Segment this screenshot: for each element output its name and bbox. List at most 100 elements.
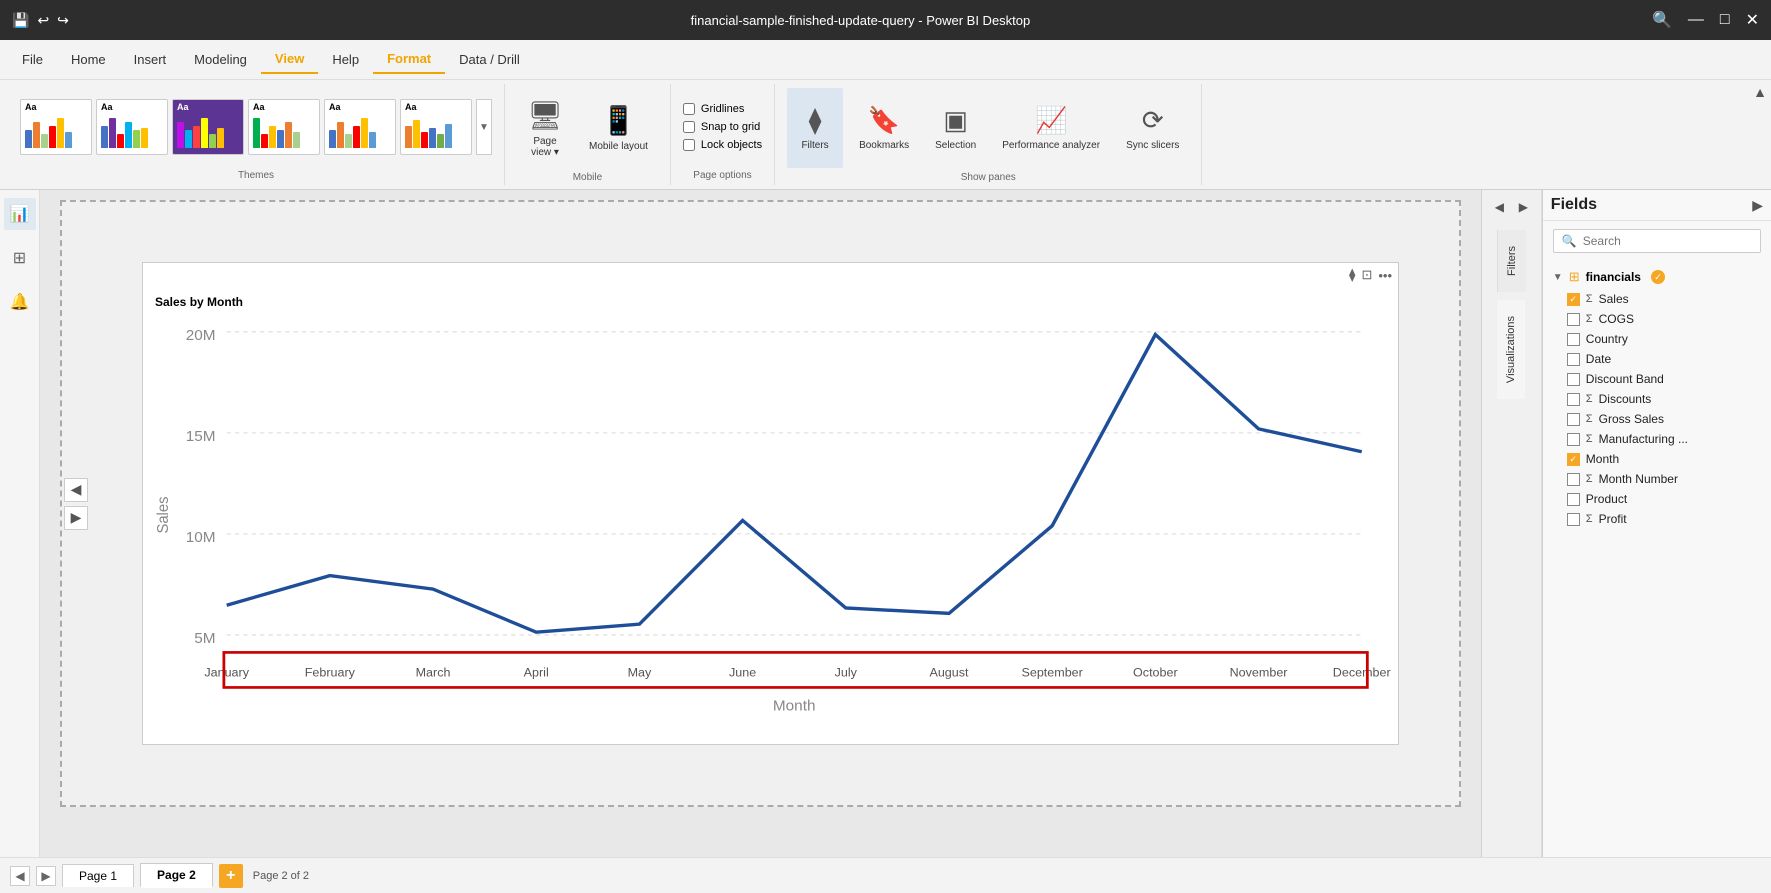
page-view-label: Pageview ▾ bbox=[531, 136, 559, 158]
field-profit[interactable]: Σ Profit bbox=[1543, 509, 1771, 529]
mobile-layout-button[interactable]: 📱 Mobile layout bbox=[579, 88, 658, 168]
menu-insert[interactable]: Insert bbox=[120, 46, 181, 73]
left-icon-model[interactable]: 🔔 bbox=[4, 286, 36, 318]
field-profit-checkbox[interactable] bbox=[1567, 513, 1580, 526]
filters-button[interactable]: ⧫ Filters bbox=[787, 88, 843, 168]
field-gross-sales[interactable]: Σ Gross Sales bbox=[1543, 409, 1771, 429]
lock-objects-input[interactable] bbox=[683, 139, 695, 151]
save-icon[interactable]: 💾 bbox=[12, 12, 29, 29]
page-prev-button[interactable]: ◀ bbox=[10, 866, 30, 886]
search-icon[interactable]: 🔍 bbox=[1652, 10, 1672, 30]
svg-text:November: November bbox=[1230, 666, 1288, 680]
field-product[interactable]: Product bbox=[1543, 489, 1771, 509]
field-discounts[interactable]: Σ Discounts bbox=[1543, 389, 1771, 409]
field-date[interactable]: Date bbox=[1543, 349, 1771, 369]
chart-filter-icon[interactable]: ⧫ bbox=[1349, 267, 1355, 283]
page-next-button[interactable]: ▶ bbox=[36, 866, 56, 886]
menu-view[interactable]: View bbox=[261, 45, 318, 74]
fields-panel-header-row: Fields ▶ bbox=[1543, 190, 1771, 221]
mobile-label: Mobile bbox=[573, 168, 602, 183]
chart-more-icon[interactable]: ••• bbox=[1378, 268, 1392, 283]
menu-help[interactable]: Help bbox=[318, 46, 373, 73]
theme-5[interactable]: Aa bbox=[324, 99, 396, 155]
themes-chevron[interactable]: ▼ bbox=[476, 99, 492, 155]
themes-row: Aa Aa bbox=[20, 88, 492, 166]
collapse-icon[interactable]: ▲ bbox=[1753, 84, 1767, 100]
field-month[interactable]: ✓ Month bbox=[1543, 449, 1771, 469]
fields-expand-icon[interactable]: ▶ bbox=[1752, 197, 1763, 214]
field-date-checkbox[interactable] bbox=[1567, 353, 1580, 366]
field-month-checkbox[interactable]: ✓ bbox=[1567, 453, 1580, 466]
sync-slicers-label: Sync slicers bbox=[1126, 140, 1179, 151]
menu-modeling[interactable]: Modeling bbox=[180, 46, 261, 73]
menu-format[interactable]: Format bbox=[373, 45, 445, 74]
field-manufacturing[interactable]: Σ Manufacturing ... bbox=[1543, 429, 1771, 449]
field-country-checkbox[interactable] bbox=[1567, 333, 1580, 346]
theme-4[interactable]: Aa bbox=[248, 99, 320, 155]
field-month-number[interactable]: Σ Month Number bbox=[1543, 469, 1771, 489]
menu-data-drill[interactable]: Data / Drill bbox=[445, 46, 534, 73]
panel-nav-right[interactable]: ▶ bbox=[1512, 196, 1534, 218]
chart-container[interactable]: ⧫ ⊡ ••• Sales by Month 20M 15M 10M 5M bbox=[142, 262, 1399, 745]
redo-icon[interactable]: ↪ bbox=[57, 12, 69, 29]
canvas-nav: ◀ ▶ bbox=[64, 478, 88, 530]
close-button[interactable]: ✕ bbox=[1746, 10, 1759, 30]
chart-expand-icon[interactable]: ⊡ bbox=[1361, 267, 1372, 283]
canvas-nav-down[interactable]: ▶ bbox=[64, 506, 88, 530]
field-month-number-name: Month Number bbox=[1599, 472, 1678, 486]
sync-slicers-button[interactable]: ⟳ Sync slicers bbox=[1116, 88, 1189, 168]
field-month-number-checkbox[interactable] bbox=[1567, 473, 1580, 486]
page-1-tab[interactable]: Page 1 bbox=[62, 864, 134, 887]
left-icon-report[interactable]: 📊 bbox=[4, 198, 36, 230]
theme-1[interactable]: Aa bbox=[20, 99, 92, 155]
field-month-name: Month bbox=[1586, 452, 1619, 466]
field-sales-checkbox[interactable]: ✓ bbox=[1567, 293, 1580, 306]
svg-text:January: January bbox=[204, 666, 249, 680]
canvas-nav-up[interactable]: ◀ bbox=[64, 478, 88, 502]
field-discount-band[interactable]: Discount Band bbox=[1543, 369, 1771, 389]
gridlines-checkbox[interactable]: Gridlines bbox=[683, 103, 762, 115]
field-cogs-checkbox[interactable] bbox=[1567, 313, 1580, 326]
field-sales[interactable]: ✓ Σ Sales bbox=[1543, 289, 1771, 309]
theme-3[interactable]: Aa bbox=[172, 99, 244, 155]
field-gross-sales-checkbox[interactable] bbox=[1567, 413, 1580, 426]
selection-icon: ▣ bbox=[943, 105, 968, 136]
filters-vertical-tab[interactable]: Filters bbox=[1497, 230, 1526, 292]
field-gross-sales-name: Gross Sales bbox=[1599, 412, 1664, 426]
left-icon-table[interactable]: ⊞ bbox=[4, 242, 36, 274]
maximize-button[interactable]: □ bbox=[1720, 11, 1730, 29]
visualizations-vertical-tab[interactable]: Visualizations bbox=[1497, 300, 1525, 399]
minimize-button[interactable]: — bbox=[1688, 11, 1704, 29]
panel-nav-sidebar: ◀ ▶ Filters Visualizations bbox=[1482, 190, 1542, 857]
svg-text:February: February bbox=[305, 666, 356, 680]
menu-home[interactable]: Home bbox=[57, 46, 120, 73]
performance-analyzer-button[interactable]: 📈 Performance analyzer bbox=[992, 88, 1110, 168]
snap-to-grid-input[interactable] bbox=[683, 121, 695, 133]
menu-file[interactable]: File bbox=[8, 46, 57, 73]
bookmarks-button[interactable]: 🔖 Bookmarks bbox=[849, 88, 919, 168]
panel-nav-left[interactable]: ◀ bbox=[1488, 196, 1510, 218]
field-country[interactable]: Country bbox=[1543, 329, 1771, 349]
svg-text:October: October bbox=[1133, 666, 1178, 680]
lock-objects-checkbox[interactable]: Lock objects bbox=[683, 139, 762, 151]
theme-2[interactable]: Aa bbox=[96, 99, 168, 155]
ribbon: Aa Aa bbox=[0, 80, 1771, 190]
page-view-button[interactable]: 🖥 Pageview ▾ bbox=[517, 88, 573, 168]
selection-button[interactable]: ▣ Selection bbox=[925, 88, 986, 168]
field-discount-band-checkbox[interactable] bbox=[1567, 373, 1580, 386]
bookmarks-icon: 🔖 bbox=[868, 105, 900, 136]
field-manufacturing-checkbox[interactable] bbox=[1567, 433, 1580, 446]
undo-icon[interactable]: ↩ bbox=[37, 12, 49, 29]
fields-search-icon: 🔍 bbox=[1562, 234, 1577, 248]
performance-analyzer-icon: 📈 bbox=[1035, 105, 1067, 136]
gridlines-input[interactable] bbox=[683, 103, 695, 115]
field-discounts-checkbox[interactable] bbox=[1567, 393, 1580, 406]
table-header-financials[interactable]: ▼ ⊞ financials ✓ bbox=[1543, 265, 1771, 289]
fields-search-input[interactable] bbox=[1583, 234, 1752, 248]
add-page-button[interactable]: + bbox=[219, 864, 243, 888]
theme-6[interactable]: Aa bbox=[400, 99, 472, 155]
page-2-tab[interactable]: Page 2 bbox=[140, 863, 213, 888]
field-cogs[interactable]: Σ COGS bbox=[1543, 309, 1771, 329]
field-product-checkbox[interactable] bbox=[1567, 493, 1580, 506]
snap-to-grid-checkbox[interactable]: Snap to grid bbox=[683, 121, 762, 133]
